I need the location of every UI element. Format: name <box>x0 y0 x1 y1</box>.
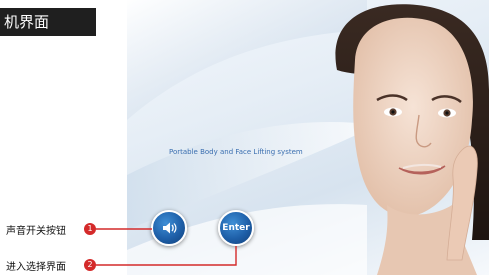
manual-page: 机界面 Portable Body and Face Lifting syste… <box>0 0 489 275</box>
product-subtitle: Portable Body and Face Lifting system <box>169 148 303 156</box>
annotation-badge-1: 1 <box>84 223 96 235</box>
enter-button[interactable]: Enter <box>218 210 254 246</box>
section-title: 机界面 <box>0 8 96 36</box>
sound-toggle-button[interactable] <box>151 210 187 246</box>
annotation-label-2: 进入选择界面 <box>6 262 66 273</box>
speaker-icon <box>163 222 177 234</box>
annotation-label-1: 声音开关按钮 <box>6 226 66 237</box>
enter-button-label: Enter <box>222 223 250 233</box>
annotation-badge-2: 2 <box>84 259 96 271</box>
